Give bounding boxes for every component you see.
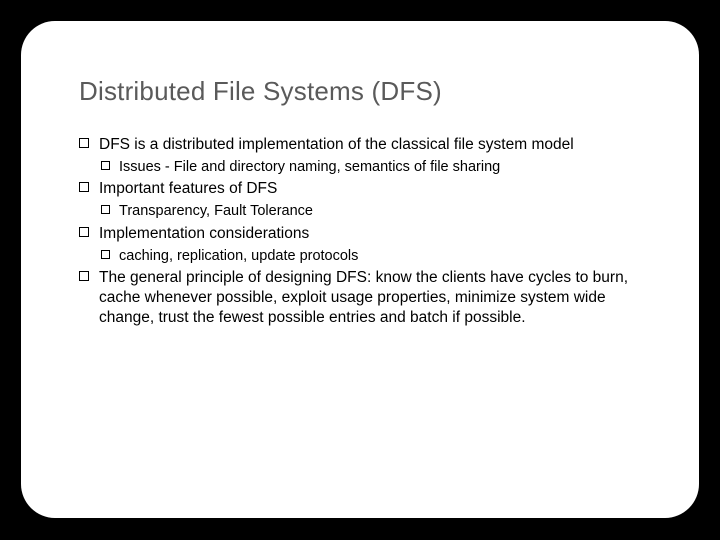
slide-body: DFS is a distributed implementation of t… <box>79 135 649 328</box>
bullet-implementation: Implementation considerations <box>79 224 649 244</box>
subbullet-caching: caching, replication, update protocols <box>101 247 649 266</box>
bullet-important-features: Important features of DFS <box>79 179 649 199</box>
bullet-general-principle: The general principle of designing DFS: … <box>79 268 649 327</box>
slide-title: Distributed File Systems (DFS) <box>79 76 649 107</box>
subbullet-transparency: Transparency, Fault Tolerance <box>101 202 649 221</box>
subbullet-issues: Issues - File and directory naming, sema… <box>101 158 649 177</box>
bullet-dfs-definition: DFS is a distributed implementation of t… <box>79 135 649 155</box>
slide-card: Distributed File Systems (DFS) DFS is a … <box>21 21 699 518</box>
